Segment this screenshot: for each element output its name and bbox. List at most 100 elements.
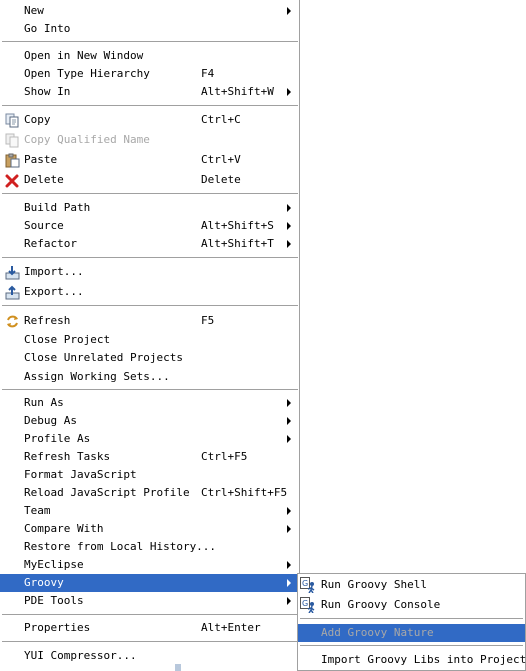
menu-separator xyxy=(2,41,298,42)
menu-item-assign-working-sets[interactable]: Assign Working Sets... xyxy=(0,368,299,386)
menu-item-label: Format JavaScript xyxy=(24,468,137,481)
menu-item-accelerator: Ctrl+C xyxy=(201,113,241,126)
submenu-arrow-icon xyxy=(287,222,291,230)
menu-item-paste[interactable]: Paste Ctrl+V xyxy=(0,151,299,169)
menu-item-label: Compare With xyxy=(24,522,104,535)
menu-item-close-unrelated-projects[interactable]: Close Unrelated Projects xyxy=(0,349,299,367)
menu-separator xyxy=(2,193,298,194)
menu-item-run-as[interactable]: Run As xyxy=(0,394,299,412)
menu-separator xyxy=(300,645,523,646)
menu-item-label: PDE Tools xyxy=(24,594,84,607)
menu-item-label: Copy Qualified Name xyxy=(24,133,150,146)
import-icon xyxy=(5,266,20,280)
submenu-arrow-icon xyxy=(287,204,291,212)
submenu-arrow-icon xyxy=(287,88,291,96)
menu-item-pde-tools[interactable]: PDE Tools xyxy=(0,592,299,610)
menu-item-go-into[interactable]: Go Into xyxy=(0,20,299,38)
menu-item-refresh-tasks[interactable]: Refresh Tasks Ctrl+F5 xyxy=(0,448,299,466)
menu-separator xyxy=(2,257,298,258)
menu-separator xyxy=(2,389,298,390)
submenu-item-add-groovy-nature[interactable]: Add Groovy Nature xyxy=(298,624,525,642)
menu-item-open-new-window[interactable]: Open in New Window xyxy=(0,47,299,65)
menu-item-build-path[interactable]: Build Path xyxy=(0,199,299,217)
submenu-item-import-groovy-libs[interactable]: Import Groovy Libs into Project xyxy=(298,651,526,669)
svg-text:G: G xyxy=(302,579,308,588)
menu-item-delete[interactable]: Delete Delete xyxy=(0,171,299,189)
menu-item-accelerator: Delete xyxy=(201,173,241,186)
menu-item-myeclipse[interactable]: MyEclipse xyxy=(0,556,299,574)
menu-item-properties[interactable]: Properties Alt+Enter xyxy=(0,619,299,637)
menu-item-import[interactable]: Import... xyxy=(0,263,299,281)
menu-item-label: Open Type Hierarchy xyxy=(24,67,150,80)
submenu-item-run-groovy-console[interactable]: G Run Groovy Console xyxy=(298,596,525,614)
menu-separator xyxy=(2,105,298,106)
menu-separator xyxy=(2,614,298,615)
menu-item-accelerator: Ctrl+V xyxy=(201,153,241,166)
menu-item-team[interactable]: Team xyxy=(0,502,299,520)
menu-item-label: Close Project xyxy=(24,333,111,346)
menu-item-accelerator: Alt+Shift+W xyxy=(201,85,274,98)
menu-item-show-in[interactable]: Show In Alt+Shift+W xyxy=(0,83,299,101)
menu-item-label: Show In xyxy=(24,85,71,98)
menu-item-yui-compressor[interactable]: YUI Compressor... xyxy=(0,647,299,665)
menu-item-label: Source xyxy=(24,219,64,232)
delete-icon xyxy=(5,174,19,188)
menu-item-label: YUI Compressor... xyxy=(24,649,137,662)
menu-item-close-project[interactable]: Close Project xyxy=(0,331,299,349)
menu-item-label: Assign Working Sets... xyxy=(24,370,170,383)
copy-icon xyxy=(5,113,19,128)
menu-item-label: Import... xyxy=(24,265,84,278)
menu-item-accelerator: Alt+Enter xyxy=(201,621,261,634)
menu-item-label: Team xyxy=(24,504,51,517)
menu-item-reload-javascript-profile[interactable]: Reload JavaScript Profile Ctrl+Shift+F5 xyxy=(0,484,299,502)
menu-item-label: Delete xyxy=(24,173,64,186)
submenu-arrow-icon xyxy=(287,240,291,248)
menu-item-open-type-hierarchy[interactable]: Open Type Hierarchy F4 xyxy=(0,65,299,83)
menu-item-label: Run As xyxy=(24,396,64,409)
menu-item-groovy[interactable]: Groovy xyxy=(0,574,299,592)
menu-item-profile-as[interactable]: Profile As xyxy=(0,430,299,448)
menu-item-accelerator: Ctrl+Shift+F5 xyxy=(201,486,288,499)
menu-separator xyxy=(2,641,298,642)
submenu-item-label: Run Groovy Shell xyxy=(321,578,427,591)
menu-item-label: Refresh Tasks xyxy=(24,450,111,463)
submenu-arrow-icon xyxy=(287,507,291,515)
groovy-submenu: G Run Groovy Shell G Run Groovy Console … xyxy=(297,573,526,671)
menu-item-label: Close Unrelated Projects xyxy=(24,351,183,364)
menu-item-refresh[interactable]: Refresh F5 xyxy=(0,312,299,330)
submenu-item-label: Import Groovy Libs into Project xyxy=(321,653,526,666)
menu-separator xyxy=(300,618,523,619)
menu-item-debug-as[interactable]: Debug As xyxy=(0,412,299,430)
refresh-icon xyxy=(7,315,18,328)
submenu-arrow-icon xyxy=(287,399,291,407)
submenu-item-run-groovy-shell[interactable]: G Run Groovy Shell xyxy=(298,576,525,594)
menu-item-label: Open in New Window xyxy=(24,49,144,62)
menu-item-export[interactable]: Export... xyxy=(0,283,299,301)
context-menu: New Go Into Open in New Window Open Type… xyxy=(0,0,300,671)
submenu-arrow-icon xyxy=(287,597,291,605)
menu-item-label: Refresh xyxy=(24,314,71,327)
menu-item-accelerator: Alt+Shift+S xyxy=(201,219,274,232)
groovy-run-icon: G xyxy=(300,577,315,593)
menu-item-restore-from-local-history[interactable]: Restore from Local History... xyxy=(0,538,299,556)
menu-item-label: Paste xyxy=(24,153,58,166)
menu-item-label: Refactor xyxy=(24,237,77,250)
menu-item-format-javascript[interactable]: Format JavaScript xyxy=(0,466,299,484)
menu-item-copy-qualified-name[interactable]: Copy Qualified Name xyxy=(0,131,299,149)
menu-item-label: Reload JavaScript Profile xyxy=(24,486,190,499)
menu-item-source[interactable]: Source Alt+Shift+S xyxy=(0,217,299,235)
menu-item-label: Profile As xyxy=(24,432,91,445)
menu-item-refactor[interactable]: Refactor Alt+Shift+T xyxy=(0,235,299,253)
paste-icon xyxy=(5,153,20,168)
menu-item-label: MyEclipse xyxy=(24,558,84,571)
menu-item-label: Build Path xyxy=(24,201,91,214)
menu-item-new[interactable]: New xyxy=(0,2,299,20)
menu-item-compare-with[interactable]: Compare With xyxy=(0,520,299,538)
menu-item-label: Properties xyxy=(24,621,91,634)
submenu-arrow-icon xyxy=(287,561,291,569)
menu-item-label: Copy xyxy=(24,113,51,126)
menu-item-accelerator: Alt+Shift+T xyxy=(201,237,274,250)
submenu-arrow-icon xyxy=(287,435,291,443)
submenu-item-label: Add Groovy Nature xyxy=(321,626,434,639)
menu-item-copy[interactable]: Copy Ctrl+C xyxy=(0,111,299,129)
